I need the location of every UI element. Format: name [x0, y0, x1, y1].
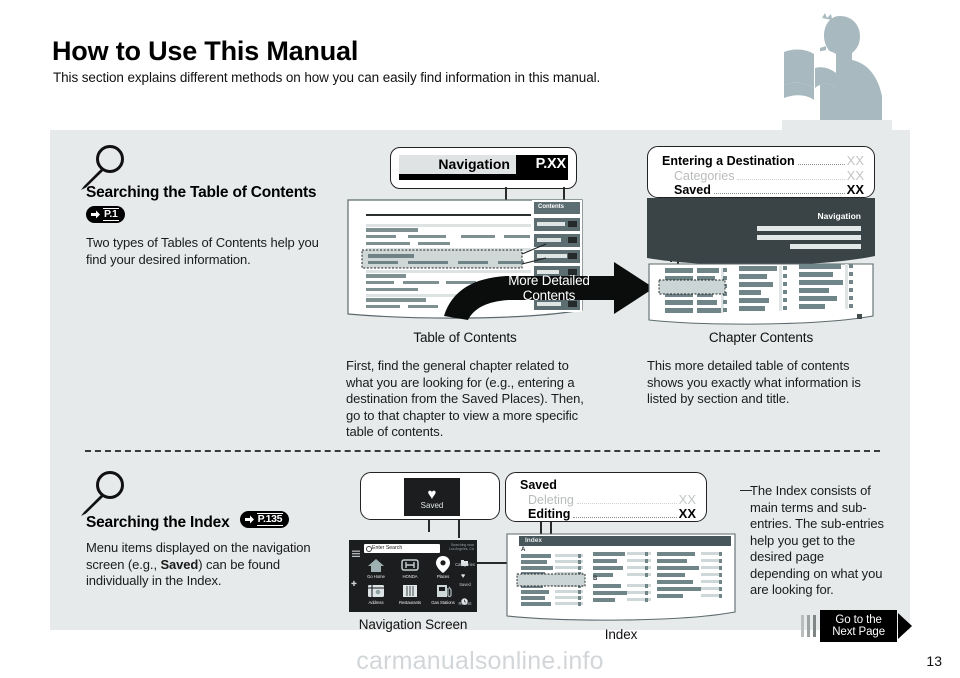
chapter-contents-callout: Entering a Destination XX Categories XX …	[647, 146, 875, 198]
tile-label-go-home: Go Home	[367, 574, 385, 579]
side-label-recent: Recent	[458, 601, 472, 606]
navigation-label: Navigation	[399, 155, 516, 174]
search-input[interactable]: Enter Search	[364, 544, 440, 553]
home-icon[interactable]	[365, 557, 387, 573]
next-page-label: Go to the Next Page	[820, 610, 897, 642]
page-title: How to Use This Manual	[52, 36, 359, 66]
arrow-right-icon	[90, 209, 101, 220]
search-location-hint: Searching near Los Angeles, CA	[449, 543, 474, 552]
heart-icon[interactable]: ♥	[461, 573, 465, 580]
search-placeholder: Enter Search	[372, 545, 403, 551]
navigation-page-number: P.XX	[535, 156, 567, 172]
honda-logo-icon[interactable]	[399, 557, 421, 573]
page-ref-label: P.135	[256, 513, 284, 526]
callout-row: Editing XX	[528, 506, 696, 522]
left-arrow-icon[interactable]: ✚	[351, 580, 357, 588]
categories-icon[interactable]	[461, 554, 468, 566]
hint-line-2: Los Angeles, CA	[448, 547, 474, 552]
triangle-right-icon	[898, 613, 912, 639]
arrow-right-icon	[244, 514, 255, 525]
gas-pump-icon[interactable]	[433, 583, 455, 599]
description-index-right: The Index consists of main terms and sub…	[750, 483, 884, 597]
swoosh-line-1: More Detailed	[508, 273, 590, 288]
address-icon[interactable]	[365, 583, 387, 599]
navigation-page-callout: Navigation P.XX	[390, 147, 577, 189]
callout-row-page: XX	[678, 492, 696, 507]
section-heading-toc-label: Searching the Table of Contents	[86, 184, 317, 201]
next-page-line-2: Next Page	[832, 626, 885, 638]
saved-tile[interactable]: ♥ Saved	[404, 478, 460, 516]
page-number: 13	[926, 653, 942, 669]
swoosh-line-2: Contents	[522, 288, 576, 303]
saved-tile-label: Saved	[420, 501, 444, 510]
clock-icon[interactable]	[461, 592, 468, 605]
leader-dots	[797, 164, 845, 165]
caption-index: Index	[604, 627, 638, 642]
go-to-next-page-button[interactable]: Go to the Next Page	[801, 610, 912, 642]
manual-page: How to Use This Manual This section expl…	[0, 0, 960, 678]
leader-dots	[713, 193, 845, 194]
page-subtitle: This section explains different methods …	[53, 70, 601, 85]
callout-row-label: Categories	[674, 169, 735, 183]
section-heading-index: Searching the Index P.135	[86, 511, 290, 532]
hamburger-menu-icon[interactable]	[352, 545, 360, 563]
page-ref-badge-p1[interactable]: P.1	[86, 206, 125, 227]
callout-row: Entering a Destination XX	[662, 153, 864, 169]
section-heading-toc: Searching the Table of Contents	[86, 184, 317, 202]
page-ref-label: P.1	[103, 208, 119, 221]
contents-tab-label: Contents	[538, 204, 564, 210]
section-body-index: Menu items displayed on the navigation s…	[86, 540, 326, 590]
page-ref-badge-p135[interactable]: P.135	[239, 511, 290, 528]
content-panel: Searching the Table of Contents P.1 Two …	[50, 130, 910, 642]
tile-label-address: Address	[368, 600, 384, 605]
leader-dots	[737, 179, 845, 180]
callout-row-page: XX	[678, 506, 696, 521]
section-body-toc: Two types of Tables of Contents help you…	[86, 235, 319, 267]
connector-line	[428, 520, 430, 532]
chapter-contents-illustration: Navigation	[647, 198, 875, 326]
callout-row: Saved XX	[674, 182, 864, 198]
tile-label-restaurants: Restaurants	[398, 600, 422, 605]
more-detailed-contents-label: More Detailed Contents	[474, 273, 624, 303]
search-icon	[366, 546, 372, 553]
tile-label-places: Places	[436, 574, 450, 579]
section-heading-index-label: Searching the Index	[86, 514, 230, 531]
callout-row-label: Editing	[528, 507, 571, 521]
navigation-screen-mock[interactable]: Enter Search Searching near Los Angeles,…	[349, 540, 477, 612]
map-pin-icon[interactable]	[433, 555, 453, 574]
section-divider	[85, 450, 880, 452]
heart-icon: ♥	[427, 486, 437, 503]
caption-navigation-screen: Navigation Screen	[358, 617, 468, 632]
leader-dots	[573, 517, 677, 518]
index-illustration: Index A B	[505, 532, 737, 624]
callout-row-page: XX	[846, 153, 864, 168]
description-toc-left: First, find the general chapter related …	[346, 358, 584, 439]
chapter-nav-header-label: Navigation	[817, 211, 861, 221]
tile-label-honda: HONDA	[402, 574, 418, 579]
person-reading-book-icon	[782, 8, 892, 130]
callout-row-label: Deleting	[528, 493, 574, 507]
index-letter-b: B	[593, 576, 598, 582]
side-label-categories: Categories	[455, 562, 475, 567]
leader-dots	[576, 503, 677, 504]
callout-row-label: Entering a Destination	[662, 154, 795, 168]
caption-table-of-contents: Table of Contents	[413, 330, 517, 345]
caption-chapter-contents: Chapter Contents	[708, 330, 814, 345]
saved-index-callout: Saved Deleting XX Editing XX	[505, 472, 707, 522]
page-edge-bars	[801, 615, 817, 637]
saved-tile-callout: ♥ Saved	[360, 472, 500, 520]
description-toc-right: This more detailed table of contents sho…	[647, 358, 861, 406]
callout-row-label: Saved	[674, 183, 711, 197]
callout-row-page: XX	[846, 182, 864, 197]
connector-line	[458, 520, 460, 538]
index-letter-a: A	[521, 547, 526, 553]
callout-row-page: XX	[846, 168, 864, 183]
saved-callout-title: Saved	[520, 478, 557, 492]
next-page-line-1: Go to the	[835, 614, 882, 626]
index-header-label: Index	[525, 537, 542, 544]
body-bold-saved: Saved	[160, 556, 199, 572]
restaurant-icon[interactable]	[399, 583, 421, 599]
side-label-saved: Saved	[459, 582, 471, 587]
site-watermark: carmanualsonline.info	[356, 647, 604, 675]
